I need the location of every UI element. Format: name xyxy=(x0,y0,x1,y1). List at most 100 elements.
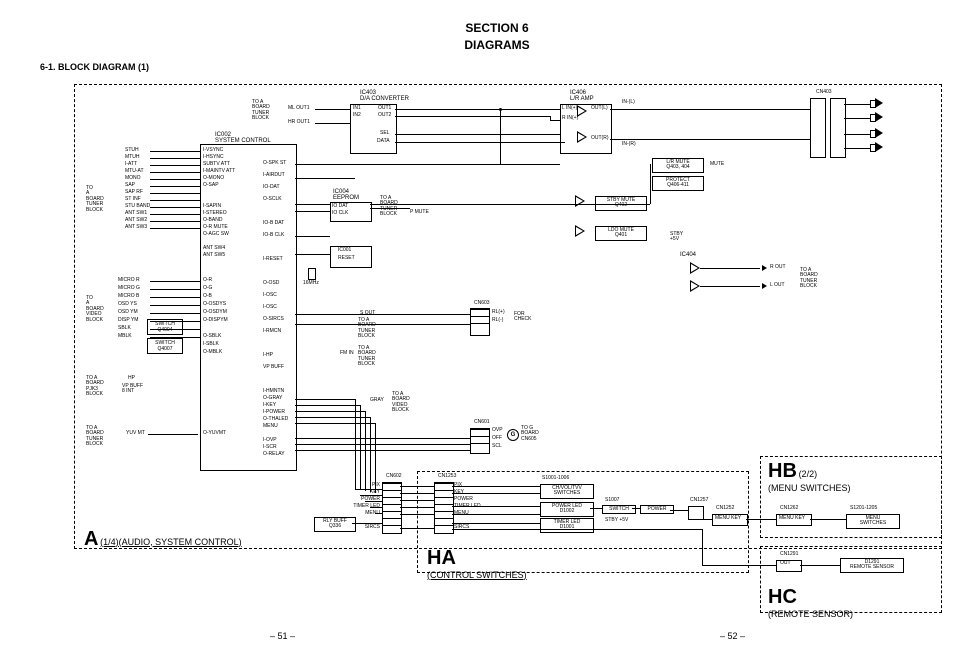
amp-mute2 xyxy=(575,225,585,237)
cn601-s1: OVP xyxy=(492,428,503,433)
protect: PROTECTQ406-411 xyxy=(652,176,704,191)
ha-switches: CH/VOL/TVVSWITCHES xyxy=(540,484,594,499)
pmute-lbl: P MUTE xyxy=(410,210,429,215)
ic406-amp2 xyxy=(577,131,587,143)
rout-mark xyxy=(762,265,767,271)
ic403-title: IC403D/A CONVERTER xyxy=(360,90,409,102)
ic404-amp2 xyxy=(690,280,700,292)
section-line2: DIAGRAMS xyxy=(464,38,529,52)
ic403-out1: OUT1 xyxy=(378,106,391,111)
ldo-mute: LDO MUTEQ401 xyxy=(595,226,647,241)
hp-pin: HP xyxy=(128,376,135,381)
frame-ha-letter: HA xyxy=(427,547,456,569)
ic004-title: IC004EEPROM xyxy=(333,189,359,201)
section-title: SECTION 6 DIAGRAMS xyxy=(20,20,954,54)
cn602 xyxy=(382,482,402,534)
lr-mute: L/R MUTEQ403, 404 xyxy=(652,158,704,173)
ha-power: POWER xyxy=(640,505,674,515)
cn403-b xyxy=(830,98,846,158)
speaker-3 xyxy=(870,128,884,138)
cn1262-lbl: CN1262 xyxy=(780,506,798,511)
ic406-amp1 xyxy=(577,105,587,117)
cn603-lbl: CN603 xyxy=(474,301,490,306)
ic403-hr: HR OUT1 xyxy=(288,120,310,125)
cn1252-lbl: CN1252 xyxy=(716,506,734,511)
frame-hb-page: (2/2) xyxy=(799,469,818,479)
ic001-sub: RESET xyxy=(338,256,355,261)
ic004-clk: IO CLK xyxy=(332,211,348,216)
frame-a-label: A (1/4)(AUDIO, SYSTEM CONTROL) xyxy=(84,528,242,551)
cn601-lbl: CN601 xyxy=(474,420,490,425)
cn603-s1: RL(+) xyxy=(492,310,505,315)
ic404-amp1 xyxy=(690,262,700,274)
speaker-1 xyxy=(870,98,884,108)
cn403 xyxy=(810,98,826,158)
cn601-s2: OFF xyxy=(492,436,502,441)
tuner-mid: TO ABOARDTUNERBLOCK xyxy=(380,196,398,218)
frame-hc-label: HC (REMOTE SENSOR) xyxy=(768,586,853,619)
gray-lbl: GRAY xyxy=(370,398,384,403)
switch-q4007: SWITCHQ4007 xyxy=(147,338,183,354)
ha-timer-led: TIMER LEDD1001 xyxy=(540,518,594,533)
ic004-dat: IO DAT xyxy=(332,204,348,209)
frame-hb-letter: HB xyxy=(768,460,797,482)
ic403-sel: SEL xyxy=(380,131,389,136)
s1201-lbl: S1201-1205 xyxy=(850,506,877,511)
fmin-lbl: FM IN xyxy=(340,351,354,356)
subheading: 6-1. BLOCK DIAGRAM (1) xyxy=(40,62,954,72)
cn601 xyxy=(470,428,490,454)
frame-hc-sub: (REMOTE SENSOR) xyxy=(768,609,853,619)
frame-ha-label: HA (CONTROL SWITCHES) xyxy=(427,547,527,580)
ic403-leftlabel: TO ABOARDTUNERBLOCK xyxy=(252,100,270,122)
ic002-left-side-b: TOABOARDVIDEOBLOCK xyxy=(86,296,104,324)
cn603 xyxy=(470,308,490,336)
vp-buff-pin: VP BUFF8 INT xyxy=(122,384,143,394)
osc-lbl: 16MHz xyxy=(303,281,319,286)
ic406-title: IC406L/R AMP xyxy=(570,90,594,102)
ic002-title: IC002SYSTEM CONTROL xyxy=(215,132,271,144)
tuner-mid3: TO ABOARDTUNERBLOCK xyxy=(358,346,376,368)
ic002-left-side-a: TOABOARDTUNERBLOCK xyxy=(86,186,104,214)
cn1262-slot: MENU KEY xyxy=(779,516,805,521)
ic403-data: DATA xyxy=(377,139,390,144)
amp-mute1 xyxy=(575,195,585,207)
xtal xyxy=(308,268,316,280)
ic406-inr: IN-(R) xyxy=(622,142,636,147)
ic404-title: IC404 xyxy=(680,252,696,258)
out-side-lbl: TO ABOARDTUNERBLOCK xyxy=(800,268,818,290)
yuvmt-pin: YUV MT xyxy=(126,431,145,436)
stby-lbl: STBY+5V xyxy=(670,232,683,242)
oyuvmt-pin: O-YUVMT xyxy=(203,431,226,436)
hc-sensor: D1291REMOTE SENSOR xyxy=(840,558,904,573)
hp-block-label: TO ABOARDPJK3BLOCK xyxy=(86,376,104,398)
page-left: – 51 – xyxy=(270,631,295,641)
frame-hb-label: HB (2/2) (MENU SWITCHES) xyxy=(768,460,851,493)
ic403-in2: IN2 xyxy=(353,113,361,118)
ic403-out2: OUT2 xyxy=(378,113,391,118)
s1007-lbl: S1007 xyxy=(605,498,619,503)
cn603-s2: RL(-) xyxy=(492,318,503,323)
speaker-2 xyxy=(870,112,884,122)
rout-lbl: R OUT xyxy=(770,265,786,270)
ic406-inl: IN-(L) xyxy=(622,100,635,105)
frame-ha-sub: (CONTROL SWITCHES) xyxy=(427,570,527,580)
cn1291-lbl: CN1291 xyxy=(780,552,798,557)
frame-a-sub: (1/4)(AUDIO, SYSTEM CONTROL) xyxy=(100,537,242,547)
diagram-canvas: A (1/4)(AUDIO, SYSTEM CONTROL) HA (CONTR… xyxy=(40,76,954,636)
cn1253 xyxy=(434,482,454,534)
cn1253-lbl: CN1253 xyxy=(438,474,456,479)
page-right: – 52 – xyxy=(720,631,745,641)
ic403-ml: ML OUT1 xyxy=(288,106,309,111)
frame-a-letter: A xyxy=(84,528,98,550)
speaker-4 xyxy=(870,142,884,152)
ic406-rin: R IN(+) xyxy=(562,116,578,121)
g-board: TO GBOARDCN605 xyxy=(521,426,539,443)
cn601-s3: SCL xyxy=(492,444,502,449)
lout-mark xyxy=(762,283,767,289)
cn1252-slot: MENU KEY xyxy=(715,516,741,521)
stby5v-lbl: STBY +5V xyxy=(605,518,628,523)
cn403-lbl: CN403 xyxy=(816,90,832,95)
frame-hb-sub: (MENU SWITCHES) xyxy=(768,483,851,493)
section-line1: SECTION 6 xyxy=(465,21,528,35)
cn1257 xyxy=(688,506,704,520)
